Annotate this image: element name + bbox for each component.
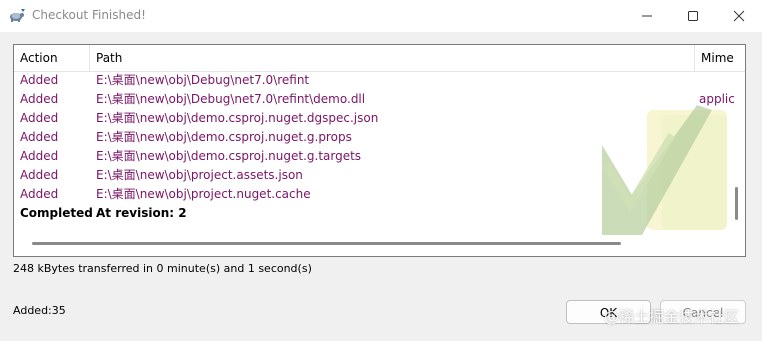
list-row[interactable]: Added E:\桌面\new\obj\Debug\net7.0\refint xyxy=(14,71,745,90)
row-action: Added xyxy=(20,187,59,201)
list-row[interactable]: Added E:\桌面\new\obj\project.assets.json xyxy=(14,166,745,185)
maximize-button[interactable] xyxy=(670,0,716,32)
row-path: E:\桌面\new\obj\demo.csproj.nuget.dgspec.j… xyxy=(96,111,379,125)
row-action: Added xyxy=(20,130,59,144)
row-action: Added xyxy=(20,149,59,163)
tortoise-app-icon xyxy=(8,7,26,25)
list-row-completed[interactable]: Completed At revision: 2 xyxy=(14,204,745,223)
row-action: Added xyxy=(20,168,59,182)
window-title: Checkout Finished! xyxy=(32,8,146,22)
horizontal-scrollbar-thumb[interactable] xyxy=(32,242,621,245)
list-row[interactable]: Added E:\桌面\new\obj\demo.csproj.nuget.g.… xyxy=(14,147,745,166)
row-action: Completed xyxy=(20,206,93,220)
list-header: Action Path Mime xyxy=(14,45,745,72)
checkout-finished-dialog: Checkout Finished! Action Path Mime Adde… xyxy=(0,0,762,341)
list-row[interactable]: Added E:\桌面\new\obj\demo.csproj.nuget.g.… xyxy=(14,128,745,147)
maximize-icon xyxy=(688,11,698,21)
vertical-scrollbar-thumb[interactable] xyxy=(735,187,738,220)
list-row[interactable]: Added E:\桌面\new\obj\demo.csproj.nuget.dg… xyxy=(14,109,745,128)
list-row[interactable]: Added E:\桌面\new\obj\project.nuget.cache xyxy=(14,185,745,204)
column-header-mime[interactable]: Mime xyxy=(695,45,745,71)
row-path: E:\桌面\new\obj\demo.csproj.nuget.g.target… xyxy=(96,149,362,163)
watermark-text: @稀土掘金技术社区 xyxy=(604,308,740,326)
row-action: Added xyxy=(20,73,59,87)
results-list[interactable]: Action Path Mime Added E:\桌面\new\obj\Deb… xyxy=(13,44,746,257)
row-action: Added xyxy=(20,92,59,106)
title-bar: Checkout Finished! xyxy=(0,0,762,32)
row-path: E:\桌面\new\obj\project.assets.json xyxy=(96,168,303,182)
row-path: E:\桌面\new\obj\Debug\net7.0\refint\demo.d… xyxy=(96,92,366,106)
row-path: E:\桌面\new\obj\demo.csproj.nuget.g.props xyxy=(96,130,352,144)
row-path: At revision: 2 xyxy=(96,206,187,220)
column-header-path[interactable]: Path xyxy=(90,45,695,71)
minimize-button[interactable] xyxy=(624,0,670,32)
list-row[interactable]: Added E:\桌面\new\obj\Debug\net7.0\refint\… xyxy=(14,90,745,109)
close-icon xyxy=(733,10,745,22)
minimize-icon xyxy=(642,15,652,17)
row-action: Added xyxy=(20,111,59,125)
close-button[interactable] xyxy=(716,0,762,32)
row-mime: applic xyxy=(699,92,735,106)
row-path: E:\桌面\new\obj\Debug\net7.0\refint xyxy=(96,73,310,87)
column-header-action[interactable]: Action xyxy=(14,45,90,71)
transfer-status: 248 kBytes transferred in 0 minute(s) an… xyxy=(13,262,312,275)
added-count: Added:35 xyxy=(13,304,66,317)
row-path: E:\桌面\new\obj\project.nuget.cache xyxy=(96,187,311,201)
